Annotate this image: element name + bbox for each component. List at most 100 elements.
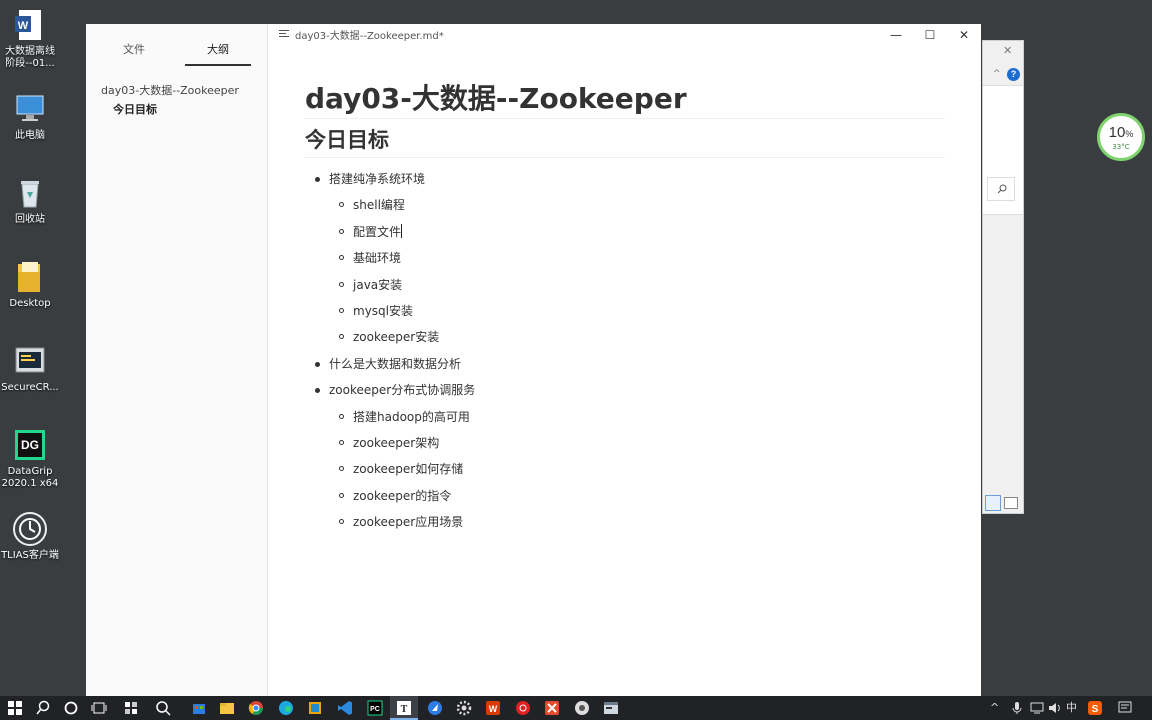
doc-heading-2[interactable]: 今日目标 xyxy=(305,123,945,158)
desktop-icon-desktop-folder[interactable]: Desktop xyxy=(0,260,60,310)
search-box[interactable] xyxy=(987,177,1015,201)
desktop: W 大数据离线 阶段--01... 此电脑 回收站 Desktop Secure… xyxy=(0,0,86,696)
menu-icon[interactable] xyxy=(279,30,289,38)
doc-heading-1[interactable]: day03-大数据--Zookeeper xyxy=(305,80,945,119)
bullet-icon xyxy=(315,388,320,394)
circle-bullet-icon xyxy=(339,492,344,498)
xmind-icon[interactable] xyxy=(543,699,561,717)
network-icon[interactable] xyxy=(1028,699,1046,717)
sogou-input-icon[interactable]: S xyxy=(1086,699,1104,717)
search-icon xyxy=(997,184,1007,194)
typora-taskbar-button[interactable]: T xyxy=(390,696,418,720)
chevron-up-icon[interactable]: ^ xyxy=(993,69,1001,79)
sub-list-item[interactable]: shell编程 xyxy=(329,192,945,218)
maximize-button[interactable]: ☐ xyxy=(913,24,947,46)
store-icon[interactable] xyxy=(190,699,208,717)
zoom-search-icon[interactable] xyxy=(154,699,172,717)
typora-icon: T xyxy=(397,701,411,715)
list-item[interactable]: 什么是大数据和数据分析 xyxy=(305,351,945,377)
recycle-bin-icon xyxy=(13,176,47,210)
list-item-text: 搭建纯净系统环境 xyxy=(329,172,426,186)
sub-list-item[interactable]: java安装 xyxy=(329,272,945,298)
gauge-unit: % xyxy=(1125,129,1134,139)
sub-list-item-text: zookeeper架构 xyxy=(353,436,440,451)
svg-text:S: S xyxy=(1092,704,1099,715)
desktop-icon-label: 大数据离线 阶段--01... xyxy=(5,46,55,69)
sub-list-item[interactable]: zookeeper的指令 xyxy=(329,483,945,509)
circle-bullet-icon xyxy=(339,519,344,525)
search-icon[interactable] xyxy=(34,699,52,717)
desktop-icon-word-doc[interactable]: W 大数据离线 阶段--01... xyxy=(0,8,60,70)
desktop-icon-recycle-bin[interactable]: 回收站 xyxy=(0,176,60,226)
circle-bullet-icon xyxy=(339,308,344,314)
gauge-temperature: 33°C xyxy=(1112,143,1130,151)
desktop-icon-tlias[interactable]: TLIAS客户端 xyxy=(0,512,60,562)
computer-icon xyxy=(13,92,47,126)
sub-list-item-text: mysql安装 xyxy=(353,304,413,319)
close-button[interactable]: ✕ xyxy=(947,24,981,46)
sub-list-item[interactable]: zookeeper应用场景 xyxy=(329,509,945,535)
sub-list: shell编程 配置文件 基础环境 java安装 mysql安装 zookeep… xyxy=(329,192,945,350)
cortana-icon[interactable] xyxy=(62,699,80,717)
sub-list-item-text: zookeeper应用场景 xyxy=(353,515,464,530)
desktop-icon-label: TLIAS客户端 xyxy=(1,550,59,561)
microphone-icon[interactable] xyxy=(1008,699,1026,717)
title-bar: day03-大数据--Zookeeper.md* — ☐ ✕ xyxy=(267,24,981,46)
tray-chevron-up-icon[interactable]: ^ xyxy=(990,700,999,716)
outline-item-h1[interactable]: day03-大数据--Zookeeper xyxy=(101,82,239,98)
gauge-percent: 10% xyxy=(1100,124,1142,143)
view-layout-icon[interactable] xyxy=(985,495,1001,511)
feishu-icon[interactable] xyxy=(426,699,444,717)
sub-list: 搭建hadoop的高可用 zookeeper架构 zookeeper如何存储 z… xyxy=(329,404,945,536)
close-icon[interactable]: ✕ xyxy=(1003,44,1012,57)
chrome-alt-icon[interactable] xyxy=(573,699,591,717)
sub-list-item[interactable]: 基础环境 xyxy=(329,245,945,271)
circle-bullet-icon xyxy=(339,281,344,287)
wps-writer-icon[interactable]: W xyxy=(484,699,502,717)
windows-start-icon[interactable] xyxy=(6,699,24,717)
circle-bullet-icon xyxy=(339,440,344,446)
tab-outline[interactable]: 大纲 xyxy=(185,40,251,66)
outline-item-h2[interactable]: 今日目标 xyxy=(113,101,157,117)
sub-list-item[interactable]: zookeeper如何存储 xyxy=(329,456,945,482)
volume-icon[interactable] xyxy=(1046,699,1064,717)
sub-list-item[interactable]: 配置文件 xyxy=(329,219,945,245)
app-grid-icon[interactable] xyxy=(122,699,140,717)
chrome-icon[interactable] xyxy=(247,699,265,717)
list-item[interactable]: 搭建纯净系统环境 shell编程 配置文件 基础环境 java安装 mysql安… xyxy=(305,166,945,351)
view-preview-icon[interactable] xyxy=(1004,497,1018,509)
sub-list-item[interactable]: zookeeper安装 xyxy=(329,324,945,350)
list-item[interactable]: zookeeper分布式协调服务 搭建hadoop的高可用 zookeeper架… xyxy=(305,377,945,535)
document-content[interactable]: day03-大数据--Zookeeper 今日目标 搭建纯净系统环境 shell… xyxy=(305,80,945,536)
window-app-icon[interactable] xyxy=(602,699,620,717)
sub-list-item[interactable]: mysql安装 xyxy=(329,298,945,324)
minimize-button[interactable]: — xyxy=(879,24,913,46)
desktop-icon-securecrt[interactable]: SecureCR... xyxy=(0,344,60,394)
sub-list-item[interactable]: 搭建hadoop的高可用 xyxy=(329,404,945,430)
background-window[interactable]: ✕ ^ ? xyxy=(982,40,1024,514)
edge-icon[interactable] xyxy=(277,699,295,717)
desktop-icon-this-pc[interactable]: 此电脑 xyxy=(0,92,60,142)
folder-icon xyxy=(13,260,47,294)
desktop-icon-datagrip[interactable]: DG DataGrip 2020.1 x64 xyxy=(0,428,60,490)
settings-gear-icon[interactable] xyxy=(455,699,473,717)
sub-list-item-text: java安装 xyxy=(353,277,403,292)
word-doc-icon: W xyxy=(13,8,47,42)
desktop-icon-label: SecureCR... xyxy=(1,382,59,393)
sub-list-item-text: zookeeper安装 xyxy=(353,330,440,345)
vscode-icon[interactable] xyxy=(336,699,354,717)
cpu-gauge[interactable]: 10% 33°C xyxy=(1097,113,1145,161)
tab-files[interactable]: 文件 xyxy=(110,40,158,64)
ime-indicator[interactable]: 中 xyxy=(1066,700,1077,716)
task-view-icon[interactable] xyxy=(90,699,108,717)
pycharm-icon[interactable]: PC xyxy=(366,699,384,717)
netease-music-icon[interactable] xyxy=(514,699,532,717)
help-icon[interactable]: ? xyxy=(1007,68,1020,81)
notes-app-icon[interactable] xyxy=(306,699,324,717)
notification-icon[interactable] xyxy=(1116,699,1134,717)
file-explorer-icon[interactable] xyxy=(218,699,236,717)
sub-list-item[interactable]: zookeeper架构 xyxy=(329,430,945,456)
svg-text:W: W xyxy=(489,704,498,714)
list-item-text: zookeeper分布式协调服务 xyxy=(329,383,476,398)
svg-text:DG: DG xyxy=(21,438,39,452)
